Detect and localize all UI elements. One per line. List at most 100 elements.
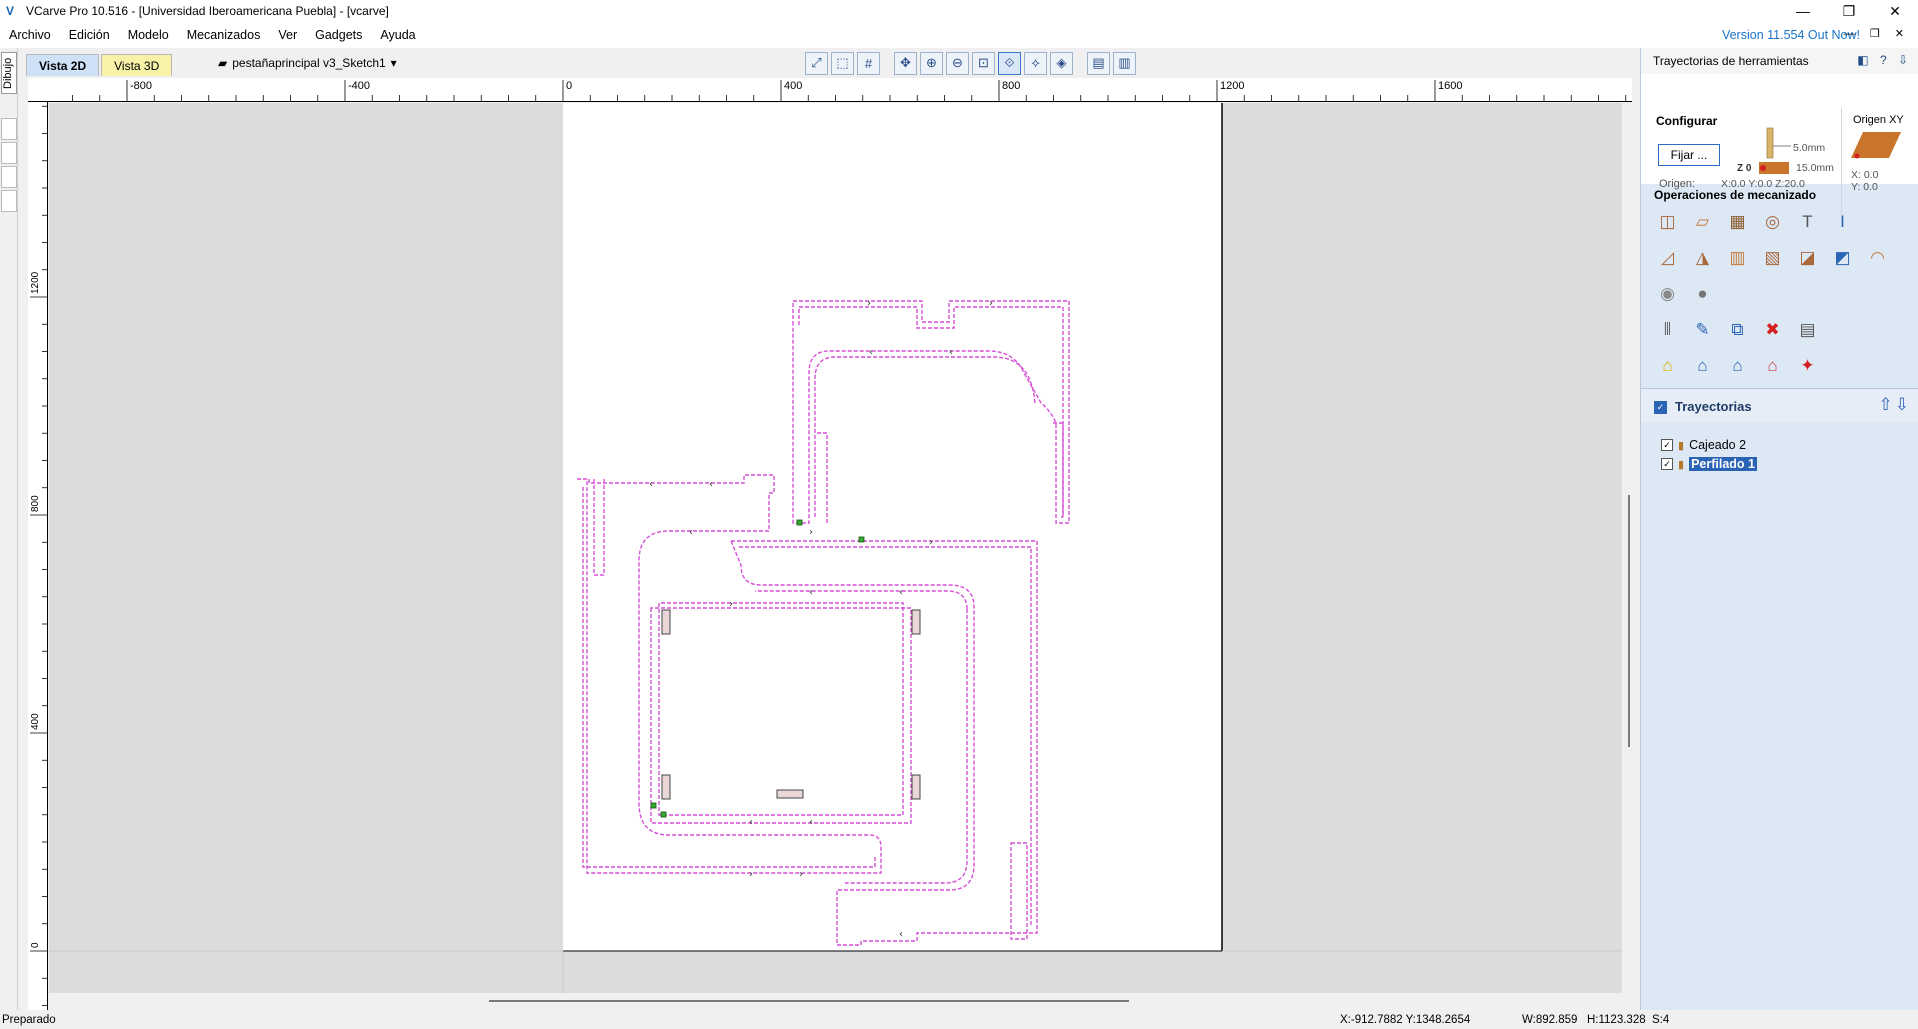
preview-toolpath-icon[interactable]: ⌂ (1724, 352, 1751, 379)
trayectorias-title: Trayectorias (1675, 399, 1752, 414)
menu-modelo[interactable]: Modelo (119, 28, 178, 42)
version-link[interactable]: Version 11.554 Out Now! (1722, 28, 1860, 42)
delete-toolpath-icon[interactable]: ✖ (1759, 316, 1786, 343)
pan-icon[interactable]: ✥ (894, 51, 917, 75)
inlay-toolpath-icon[interactable]: I (1829, 208, 1856, 235)
toolpath-type-icon: ▮ (1678, 439, 1685, 452)
scroll-thumb[interactable] (1628, 495, 1630, 747)
vcarve-toolpath-icon[interactable]: ◿ (1654, 244, 1681, 271)
dibujo-tab[interactable]: Dibujo (1, 52, 17, 94)
menu-ver[interactable]: Ver (269, 28, 306, 42)
pocket-toolpath-icon[interactable]: ▱ (1689, 208, 1716, 235)
scroll-thumb[interactable] (489, 1000, 1129, 1002)
tool-database-icon[interactable]: ⫴ (1654, 316, 1681, 343)
start-point-marker (858, 536, 865, 543)
toolpath-item[interactable]: ✓ ▮ Cajeado 2 (1661, 436, 1757, 454)
restore-icon[interactable]: ❐ (1826, 0, 1872, 22)
profile-toolpath-icon[interactable]: ◫ (1654, 208, 1681, 235)
operations-title: Operaciones de mecanizado (1654, 188, 1817, 202)
dock-tab-slot[interactable] (1, 118, 17, 140)
drawing-canvas[interactable]: › › ‹ ‹ ‹ ‹ ‹ › › › › ‹ ‹ ‹ › ‹ ‹ (49, 103, 1622, 993)
chamfer-toolpath-icon[interactable]: ◩ (1829, 244, 1856, 271)
menu-mecanizados[interactable]: Mecanizados (178, 28, 270, 42)
ruler-label: 0 (30, 942, 41, 948)
divider (1841, 108, 1842, 220)
close-icon[interactable]: ✕ (1872, 0, 1918, 22)
toolpath-template-icon[interactable]: ⌂ (1759, 352, 1786, 379)
ruler-label: -800 (130, 80, 152, 92)
recalculate-icon[interactable]: ⌂ (1654, 352, 1681, 379)
reorder-arrows[interactable]: ⇧⇩ (1879, 395, 1912, 415)
toggle-all-checkbox[interactable]: ✓ (1654, 401, 1667, 414)
roughing-toolpath-icon[interactable]: ◠ (1864, 244, 1891, 271)
snap-icon[interactable]: ⟐ (998, 51, 1021, 75)
dock-tab-slot[interactable] (1, 166, 17, 188)
horizontal-scrollbar[interactable] (49, 993, 1622, 1009)
toolpath-checkbox[interactable]: ✓ (1661, 439, 1673, 451)
quick-engrave-icon[interactable]: ◎ (1759, 208, 1786, 235)
drawing-svg[interactable]: › › ‹ ‹ ‹ ‹ ‹ › › › › ‹ ‹ ‹ › ‹ ‹ (49, 103, 1622, 993)
ruler-label: 0 (566, 80, 572, 92)
zoom-out-icon[interactable]: ⊖ (946, 51, 969, 75)
layout-icon[interactable]: ▤ (1087, 51, 1110, 75)
merge-toolpaths-icon[interactable]: ✦ (1794, 352, 1821, 379)
left-dock-strip: Dibujo (0, 48, 18, 1010)
layer-name: pestañaprincipal v3_Sketch1 (232, 56, 386, 70)
panel-header-icons[interactable]: ◧ ? ⇩ (1857, 53, 1912, 67)
texture-toolpath-icon[interactable]: ▧ (1759, 244, 1786, 271)
pocket-slot (911, 609, 921, 635)
direction-arrow: › (729, 599, 733, 610)
snap-alt-icon[interactable]: ⟡ (1024, 51, 1047, 75)
toolpath-checkbox[interactable]: ✓ (1661, 458, 1673, 470)
fluting-toolpath-icon[interactable]: ▥ (1724, 244, 1751, 271)
dock-tab-slot[interactable] (1, 142, 17, 164)
recalculate-all-icon[interactable]: ⌂ (1689, 352, 1716, 379)
toolpath-type-icon: ▮ (1678, 458, 1685, 471)
prism-carve-icon[interactable]: ◮ (1689, 244, 1716, 271)
direction-arrow: › (929, 537, 933, 548)
direction-arrow: › (799, 869, 803, 880)
minimize-icon[interactable]: — (1780, 0, 1826, 22)
chevron-down-icon: ▾ (390, 56, 397, 70)
direction-arrow: ‹ (899, 929, 903, 940)
edit-toolpath-icon[interactable]: ✎ (1689, 316, 1716, 343)
dock-tab-slot[interactable] (1, 190, 17, 212)
moulding-toolpath-icon[interactable]: ◪ (1794, 244, 1821, 271)
menu-ayuda[interactable]: Ayuda (371, 28, 424, 42)
3d-finishing-icon[interactable]: ● (1689, 280, 1716, 307)
tab-vista-2d[interactable]: Vista 2D (26, 54, 100, 76)
origin-xy-icon[interactable] (1849, 130, 1903, 162)
3d-roughing-icon[interactable]: ◉ (1654, 280, 1681, 307)
menu-edicion[interactable]: Edición (60, 28, 119, 42)
pocket-slot (661, 609, 671, 635)
layer-selector[interactable]: ▰ pestañaprincipal v3_Sketch1 ▾ (218, 53, 397, 73)
copy-toolpath-icon[interactable]: ⧉ (1724, 316, 1751, 343)
toolpath-item[interactable]: ✓ ▮ Perfilado 1 (1661, 455, 1757, 473)
menu-gadgets[interactable]: Gadgets (306, 28, 371, 42)
tab-vista-3d[interactable]: Vista 3D (101, 54, 173, 76)
render-icon[interactable]: ◈ (1050, 51, 1073, 75)
start-point-marker (650, 802, 657, 809)
grid-icon[interactable]: # (857, 51, 880, 75)
compare-icon[interactable]: ▥ (1113, 51, 1136, 75)
vertical-scrollbar[interactable] (1622, 103, 1636, 993)
vcarve-logo-icon: V (6, 4, 15, 18)
menu-bar: Archivo Edición Modelo Mecanizados Ver G… (0, 22, 1918, 48)
zoom-box-icon[interactable]: ⊡ (972, 51, 995, 75)
ruler-label: -400 (348, 80, 370, 92)
direction-arrow: ‹ (709, 479, 713, 490)
mdi-controls[interactable]: — ❐ ✕ (1844, 27, 1910, 40)
toolpaths-list-header: ✓ Trayectorias ⇧⇩ (1641, 388, 1918, 422)
fijar-button[interactable]: Fijar ... (1658, 144, 1720, 166)
zoom-in-icon[interactable]: ⊕ (920, 51, 943, 75)
vcarve-text-icon[interactable]: T (1794, 208, 1821, 235)
view-toolbar: ⤢ ⬚ # ✥ ⊕ ⊖ ⊡ ⟐ ⟡ ◈ ▤ ▥ (805, 50, 1136, 76)
zoom-extents-icon[interactable]: ⤢ (805, 51, 828, 75)
ruler-label: 400 (30, 713, 41, 730)
drilling-toolpath-icon[interactable]: ▦ (1724, 208, 1751, 235)
zoom-selected-icon[interactable]: ⬚ (831, 51, 854, 75)
origen-xy-title: Origen XY (1853, 114, 1904, 126)
menu-archivo[interactable]: Archivo (0, 28, 60, 42)
calculator-icon[interactable]: ▤ (1794, 316, 1821, 343)
toolpath-name: Cajeado 2 (1689, 438, 1747, 452)
